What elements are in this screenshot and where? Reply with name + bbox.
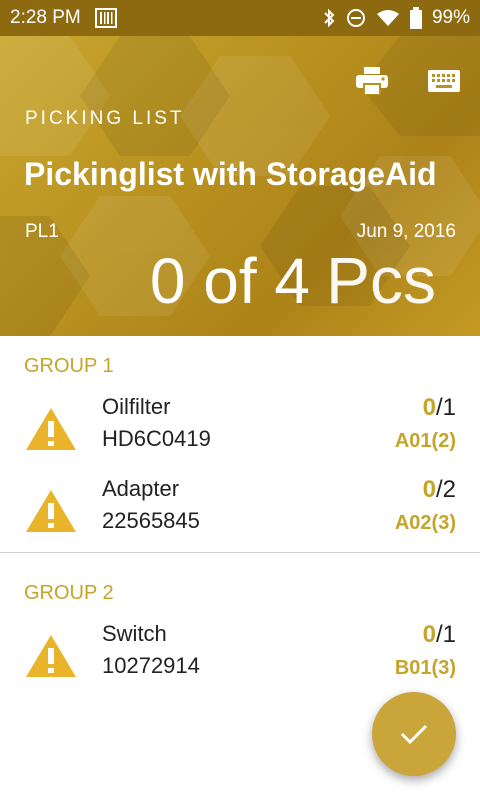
list-item[interactable]: Adapter 22565845 0/2 A02(3) xyxy=(0,460,480,542)
confirm-button[interactable] xyxy=(372,692,456,776)
picking-list-header: PICKING LIST Pickinglist with StorageAid… xyxy=(0,36,480,336)
item-name: Oilfilter xyxy=(102,394,171,419)
item-code: 22565845 xyxy=(102,508,200,533)
status-bar: 2:28 PM 99% xyxy=(0,0,480,36)
group-title: GROUP 1 xyxy=(24,355,114,377)
group-list: GROUP 1 Oilfilter HD6C0419 0/1 A01(2) Ad… xyxy=(0,336,480,687)
list-item[interactable]: Oilfilter HD6C0419 0/1 A01(2) xyxy=(0,378,480,460)
item-name: Adapter xyxy=(102,476,180,501)
keyboard-icon xyxy=(428,70,460,92)
item-name: Switch xyxy=(102,621,167,646)
item-quantity: 0/1 xyxy=(423,621,456,649)
wifi-icon xyxy=(376,9,400,27)
item-location: A02(3) xyxy=(394,512,456,534)
dnd-icon xyxy=(346,8,366,28)
warning-icon xyxy=(26,490,76,532)
item-quantity: 0/2 xyxy=(423,476,456,504)
group-1: GROUP 1 Oilfilter HD6C0419 0/1 A01(2) Ad… xyxy=(0,336,480,553)
picking-list-id: PL1 xyxy=(25,221,59,242)
print-button[interactable] xyxy=(354,66,390,96)
picked-count: 0 xyxy=(422,394,436,421)
item-location: A01(2) xyxy=(394,430,456,452)
battery-icon xyxy=(409,7,422,29)
pick-unit: Pcs xyxy=(325,243,436,317)
item-code: HD6C0419 xyxy=(102,426,211,451)
pick-count: 0 of 4 xyxy=(149,245,310,317)
warning-icon xyxy=(26,408,76,450)
pick-counter: 0 of 4 Pcs xyxy=(150,242,436,318)
group-title: GROUP 2 xyxy=(24,582,114,604)
status-time: 2:28 PM xyxy=(10,7,81,28)
item-location: B01(3) xyxy=(394,657,456,679)
item-quantity: 0/1 xyxy=(423,394,456,422)
total-count: /1 xyxy=(435,621,456,648)
picked-count: 0 xyxy=(422,476,436,503)
barcode-icon xyxy=(94,8,117,28)
list-item[interactable]: Switch 10272914 0/1 B01(3) xyxy=(0,605,480,687)
check-icon xyxy=(400,724,428,745)
warning-icon xyxy=(26,635,76,677)
page-title: Pickinglist with StorageAid xyxy=(24,156,437,192)
total-count: /1 xyxy=(435,394,456,421)
bluetooth-icon xyxy=(322,7,336,29)
battery-level: 99% xyxy=(431,7,470,28)
total-count: /2 xyxy=(435,476,456,503)
section-label: PICKING LIST xyxy=(25,108,185,129)
print-icon xyxy=(356,67,388,95)
group-2: GROUP 2 Switch 10272914 0/1 B01(3) xyxy=(0,553,480,687)
picked-count: 0 xyxy=(422,621,436,648)
item-code: 10272914 xyxy=(102,653,200,678)
keyboard-button[interactable] xyxy=(426,66,462,96)
picking-list-date: Jun 9, 2016 xyxy=(356,221,456,242)
